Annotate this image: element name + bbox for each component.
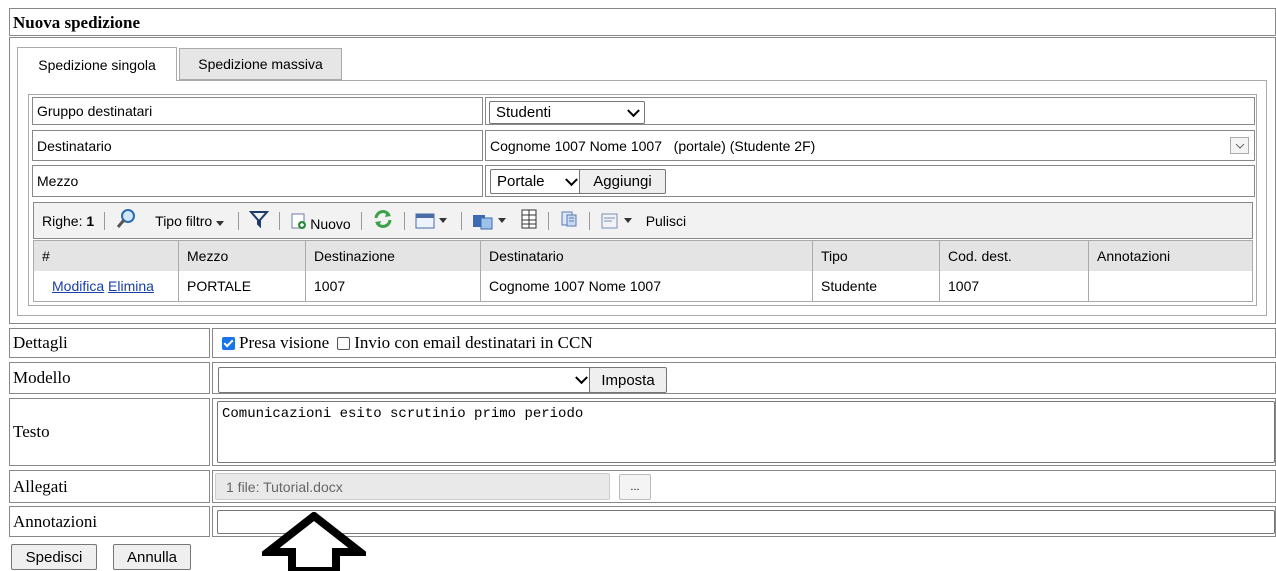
grid-toolbar: Righe: 1 Tipo filtro Nuovo Pulisci <box>33 202 1253 239</box>
table-cell-cod-dest: 1007 <box>940 271 1089 301</box>
mezzo-cell: Portale Aggiungi <box>485 165 1255 197</box>
presa-visione-label[interactable]: Presa visione <box>239 333 329 353</box>
caret-down-icon <box>438 218 447 223</box>
layout-dropdown[interactable] <box>600 212 636 230</box>
table-cell-mezzo: PORTALE <box>179 271 306 301</box>
allegati-label: Allegati <box>9 470 210 503</box>
column-header-number[interactable]: # <box>34 241 179 271</box>
recipients-grid: # Mezzo Destinazione Destinatario Tipo C… <box>33 240 1253 302</box>
spedisci-button[interactable]: Spedisci <box>11 544 97 570</box>
presa-visione-checkbox[interactable] <box>222 336 235 350</box>
column-header-destinatario[interactable]: Destinatario <box>481 241 813 271</box>
destinatario-value[interactable]: Cognome 1007 Nome 1007 (portale) (Studen… <box>490 138 815 154</box>
clear-button[interactable]: Pulisci <box>646 213 686 229</box>
caret-down-icon <box>623 218 632 223</box>
dettagli-cell: Presa visione Invio con email destinatar… <box>212 328 1276 358</box>
table-cell-destinazione: 1007 <box>306 271 481 301</box>
mezzo-select[interactable]: Portale <box>490 169 583 194</box>
chevron-down-icon <box>565 172 578 186</box>
caret-down-icon <box>216 220 225 226</box>
testo-label: Testo <box>9 398 210 466</box>
grid-view-icon[interactable] <box>520 209 538 232</box>
chevron-down-icon <box>627 103 640 117</box>
export-dropdown[interactable] <box>472 212 510 230</box>
page-title: Nuova spedizione <box>9 8 1276 36</box>
gruppo-destinatari-cell: Studenti <box>485 97 1255 125</box>
destinatario-label: Destinatario <box>32 130 483 161</box>
column-header-tipo[interactable]: Tipo <box>813 241 940 271</box>
table-row-actions: Modifica Elimina <box>34 271 179 301</box>
tab-spedizione-massiva[interactable]: Spedizione massiva <box>179 48 342 80</box>
annotazioni-input[interactable] <box>217 510 1275 534</box>
export-icon <box>472 214 493 229</box>
column-header-annotazioni[interactable]: Annotazioni <box>1089 241 1252 271</box>
columns-icon <box>415 213 435 228</box>
column-header-mezzo[interactable]: Mezzo <box>179 241 306 271</box>
aggiungi-button[interactable]: Aggiungi <box>579 169 666 194</box>
new-icon <box>291 213 307 229</box>
rows-count: 1 <box>86 212 95 229</box>
new-label: Nuovo <box>310 215 351 232</box>
filter-type-label: Tipo filtro <box>155 212 213 229</box>
table-cell-annotazioni <box>1089 271 1252 301</box>
destinatario-cell: Cognome 1007 Nome 1007 (portale) (Studen… <box>485 130 1255 161</box>
annotazioni-label: Annotazioni <box>9 506 210 537</box>
table-cell-tipo: Studente <box>813 271 940 301</box>
modifica-link[interactable]: Modifica <box>52 278 104 294</box>
column-header-destinazione[interactable]: Destinazione <box>306 241 481 271</box>
allegati-file-field[interactable]: 1 file: Tutorial.docx <box>215 473 610 500</box>
chevron-down-icon <box>575 371 588 385</box>
filter-icon[interactable] <box>249 210 270 231</box>
new-button[interactable]: Nuovo <box>290 212 351 232</box>
search-icon[interactable] <box>115 208 137 233</box>
dettagli-label: Dettagli <box>9 328 210 358</box>
column-header-cod-dest[interactable]: Cod. dest. <box>940 241 1089 271</box>
ccn-checkbox[interactable] <box>337 336 351 350</box>
elimina-link[interactable]: Elimina <box>108 278 154 294</box>
modello-cell: Imposta <box>212 362 1276 394</box>
gruppo-destinatari-label: Gruppo destinatari <box>32 97 483 125</box>
modello-label: Modello <box>9 362 210 394</box>
allegati-cell: 1 file: Tutorial.docx ... <box>212 470 1276 503</box>
modello-select[interactable] <box>218 367 593 393</box>
gruppo-destinatari-select[interactable]: Studenti <box>489 101 645 124</box>
caret-down-icon <box>497 218 506 223</box>
refresh-icon[interactable] <box>372 209 394 232</box>
testo-textarea[interactable]: Comunicazioni esito scrutinio primo peri… <box>217 401 1275 463</box>
destinatario-dropdown-button[interactable] <box>1230 137 1249 154</box>
rows-label: Righe: 1 <box>42 212 95 229</box>
chevron-down-icon <box>1235 139 1245 149</box>
mezzo-label: Mezzo <box>32 165 483 197</box>
testo-cell: Comunicazioni esito scrutinio primo peri… <box>212 398 1276 466</box>
columns-dropdown[interactable] <box>415 213 451 229</box>
arrow-up-icon <box>262 512 366 571</box>
tab-spedizione-singola[interactable]: Spedizione singola <box>17 47 177 81</box>
imposta-button[interactable]: Imposta <box>589 367 667 393</box>
mezzo-value: Portale <box>497 173 545 190</box>
annulla-button[interactable]: Annulla <box>113 544 191 570</box>
filter-type-dropdown[interactable]: Tipo filtro <box>155 213 228 229</box>
annotazioni-cell <box>212 506 1276 537</box>
ccn-label[interactable]: Invio con email destinatari in CCN <box>354 333 592 353</box>
browse-button[interactable]: ... <box>619 474 651 500</box>
print-icon[interactable] <box>559 209 579 232</box>
layout-icon <box>601 213 618 228</box>
table-cell-destinatario: Cognome 1007 Nome 1007 <box>481 271 813 301</box>
gruppo-destinatari-value: Studenti <box>496 104 552 121</box>
